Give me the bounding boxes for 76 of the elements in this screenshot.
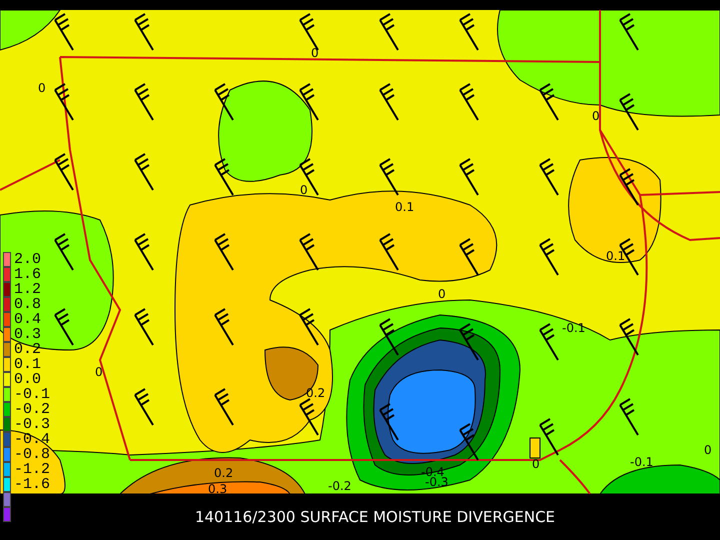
legend-label: -0.2 [14,402,50,417]
wind-barb-icon [54,233,74,271]
contour-label: -0.3 [425,475,448,489]
legend-label: 1.6 [14,267,42,282]
wind-barb-icon [539,158,559,196]
contour-label: 0.1 [606,249,626,263]
wind-barb-icon [459,158,479,196]
wind-barb-icon [539,238,559,276]
wind-barb-icon [539,83,559,121]
legend-label: -0.1 [14,387,50,402]
legend-label: 0.0 [14,372,42,387]
wind-barb-icon [214,308,234,346]
wind-barb-icon [299,83,319,121]
contour-label: -0.1 [562,321,586,335]
wind-barb-icon [214,83,234,121]
wind-barb-icon [54,153,74,191]
wind-barb-icon [54,13,74,51]
wind-barb-icon [539,323,559,361]
wind-barb-icon [379,13,399,51]
wind-barb-icon [619,13,639,51]
wind-barb-icon [299,398,319,436]
legend-label: 1.2 [14,282,42,297]
contour-label: 0 [300,183,308,197]
wind-barb-icon [459,13,479,51]
wind-barb-icon [459,238,479,276]
wind-barb-icon [54,308,74,346]
wind-barb-icon [214,233,234,271]
wind-barb-icon [459,423,479,461]
wind-barb-icon [619,398,639,436]
wind-barb-icon [459,83,479,121]
wind-barb-icon [539,418,559,456]
contour-label: -0.1 [630,455,654,469]
legend-label: -0.8 [14,447,50,462]
contour-label: 0 [438,287,446,301]
legend-label: 0.3 [14,327,42,342]
wind-barb-icon [379,403,399,441]
contour-label: 0.2 [214,466,234,480]
wind-barb-icon [299,308,319,346]
contour-label: 0 [532,457,540,471]
legend-label: -1.6 [14,477,50,492]
contour-label: 0 [311,46,319,60]
contour-label: 0.2 [306,386,326,400]
contour-label: 0.3 [208,482,228,494]
wind-barb-icon [379,318,399,356]
wind-barb-icon [134,13,154,51]
contour-label: 0 [95,365,103,379]
wind-barb-icon [379,233,399,271]
legend-label: 0.1 [14,357,42,372]
wind-barb-icon [134,83,154,121]
wind-barb-icon [134,233,154,271]
wind-barb-icon [619,168,639,206]
contour-label: -0.2 [328,479,352,493]
contour-label: 0 [38,81,46,95]
legend-label: 2.0 [14,252,42,267]
wind-barb-icon [379,158,399,196]
contour-label: 0.1 [395,200,414,214]
wind-barb-icon [134,308,154,346]
wind-barb-icon [214,388,234,426]
wind-barb-icon [299,158,319,196]
contour-label: 0 [592,109,600,123]
wind-barb-icon [619,93,639,131]
wind-barb-icon [134,388,154,426]
wind-barb-icon [214,158,234,196]
legend-label: 0.8 [14,297,42,312]
wind-barb-icon [134,153,154,191]
wind-barb-icon [619,318,639,356]
legend-label: -0.3 [14,417,50,432]
legend-label: 0.4 [14,312,42,327]
wind-barb-icon [299,233,319,271]
map-caption: 140116/2300 SURFACE MOISTURE DIVERGENCE [194,507,556,528]
contour-label: 0 [704,443,712,457]
legend-label: 0.2 [14,342,42,357]
wind-barb-icon [459,323,479,361]
wind-barb-icon [379,83,399,121]
legend-label: -1.2 [14,462,50,477]
wind-barb-icon [54,83,74,121]
